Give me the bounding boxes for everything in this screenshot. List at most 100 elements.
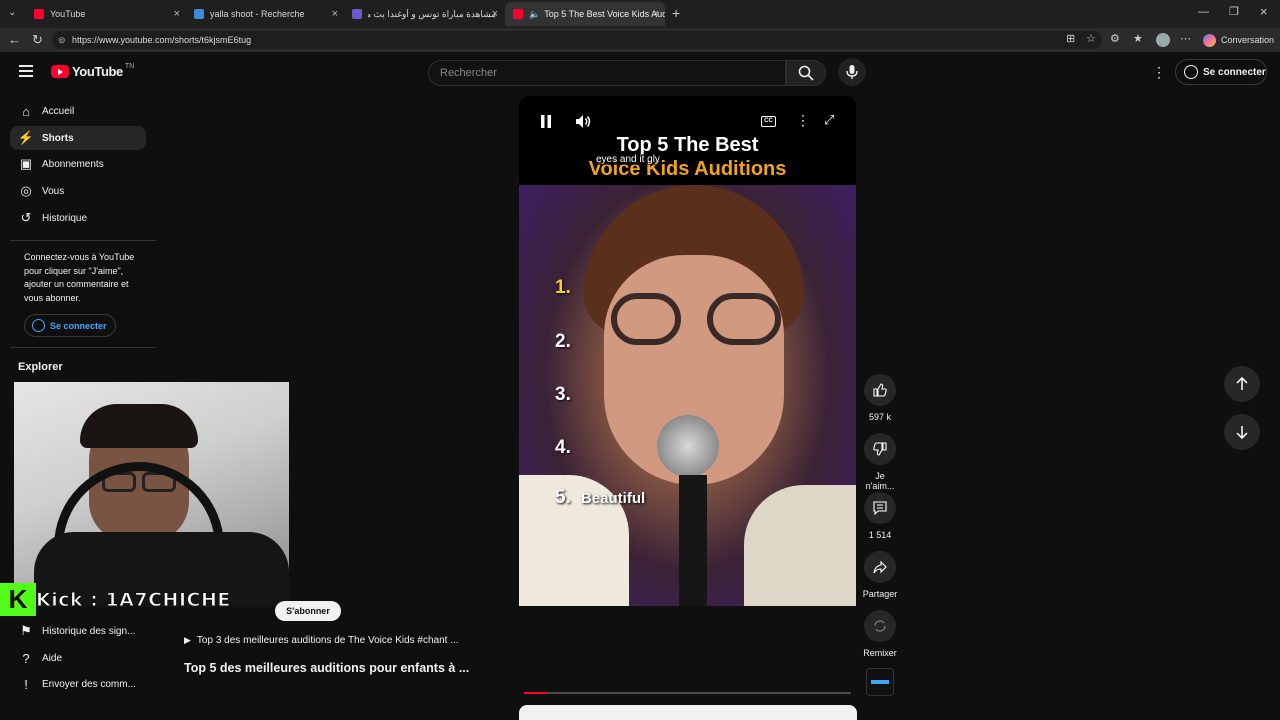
share-label: Partager [862, 589, 898, 599]
minimize-icon[interactable]: — [1198, 6, 1209, 18]
youtube-play-logo-icon [51, 65, 69, 78]
tab-match[interactable]: مشاهدة مباراة تونس و أوغندا بث مب × [344, 2, 504, 26]
back-arrow-icon[interactable]: ← [8, 32, 21, 47]
youtube-logo[interactable]: YouTube TN [51, 63, 135, 79]
tab-youtube[interactable]: YouTube × [26, 2, 186, 26]
progress-fill [524, 692, 547, 694]
pause-button[interactable] [540, 115, 552, 133]
remix-label: Remixer [863, 648, 897, 658]
remix-button[interactable]: Remixer [860, 610, 900, 658]
fullscreen-icon[interactable]: ⤢ [824, 112, 834, 128]
captions-cc-icon[interactable]: CC [761, 116, 776, 127]
arrow-down-icon [1236, 426, 1248, 439]
dislike-label: Je n'aim... [865, 471, 895, 491]
maximize-icon[interactable]: ❐ [1229, 5, 1239, 18]
streamer-hair [80, 404, 198, 448]
shorts-player[interactable]: CC ⋮ ⤢ Top 5 The Best Voice Kids Auditio… [519, 96, 856, 606]
overlay-title-line2: Voice Kids Auditions [588, 158, 787, 180]
region-code: TN [124, 63, 135, 70]
progress-track[interactable] [524, 692, 851, 694]
tab-active-short[interactable]: 🔈 Top 5 The Best Voice Kids Aud × [505, 2, 665, 26]
favorite-star-icon[interactable]: ☆ [1086, 32, 1096, 45]
youtube-favicon-icon [513, 9, 523, 19]
sidebar-item-shorts[interactable]: ⚡ Shorts [10, 126, 146, 150]
previous-short-button[interactable] [1224, 366, 1260, 402]
settings-kebab-icon[interactable]: ⋮ [1152, 64, 1166, 81]
tab-search[interactable]: yalla shoot - Recherche × [186, 2, 344, 26]
sidebar-item-label: Historique [42, 212, 88, 224]
sidebar-item-report-history[interactable]: ⚑ Historique des sign... [10, 619, 146, 643]
play-triangle-icon: ▶ [184, 635, 191, 645]
comments-button[interactable]: 1 514 [860, 492, 900, 540]
voice-search-button[interactable] [838, 58, 866, 86]
subscriptions-icon: ▣ [19, 156, 33, 171]
comment-count: 1 514 [868, 530, 892, 540]
sound-thumbnail[interactable] [866, 668, 894, 696]
history-icon: ↺ [20, 210, 32, 225]
thumbs-up-icon [864, 374, 896, 406]
more-options-icon[interactable]: ⋮ [796, 112, 810, 129]
apps-icon[interactable]: ⊞ [1066, 32, 1075, 45]
search-button[interactable] [786, 60, 826, 86]
next-short-button[interactable] [1224, 414, 1260, 450]
close-icon[interactable]: × [174, 8, 180, 20]
sidebar-item-help[interactable]: ? Aide [10, 646, 146, 670]
comment-icon [864, 492, 896, 524]
close-icon[interactable]: × [492, 8, 498, 20]
extensions-icon[interactable]: ⚙ [1110, 32, 1120, 45]
short-title[interactable]: Top 5 des meilleures auditions pour enfa… [184, 661, 469, 675]
volume-button[interactable] [575, 114, 592, 134]
stream-label-banner: K Kick : 1A7CHICHE [0, 583, 292, 616]
search-input[interactable]: Rechercher [428, 60, 786, 86]
youtube-page: YouTube TN Rechercher ⋮ Se connecter ⌂ A… [0, 52, 1280, 720]
copilot-conversation-button[interactable]: Conversation [1203, 31, 1274, 49]
hamburger-menu-icon[interactable] [19, 65, 33, 77]
sidebar-item-label: Historique des sign... [42, 625, 136, 637]
feedback-icon: ! [24, 676, 28, 692]
webcam-overlay [14, 382, 289, 607]
like-button[interactable]: 597 k [860, 374, 900, 422]
share-button[interactable]: Partager [860, 551, 900, 599]
next-short-preview[interactable] [519, 705, 857, 720]
logo-text: YouTube [72, 64, 123, 79]
close-window-icon[interactable]: × [1260, 4, 1268, 19]
address-bar-row: ← ↻ ⊜ https://www.youtube.com/shorts/t6k… [0, 28, 1280, 52]
close-icon[interactable]: × [332, 8, 338, 20]
sidebar-item-you[interactable]: ◎ Vous [10, 179, 146, 203]
site-info-icon[interactable]: ⊜ [58, 31, 66, 49]
tab-title: مشاهدة مباراة تونس و أوغندا بث مب [368, 8, 496, 19]
flag-icon: ⚑ [20, 623, 32, 638]
favorites-icon[interactable]: ★ [1133, 32, 1143, 45]
conversation-label: Conversation [1221, 35, 1275, 45]
reload-icon[interactable]: ↻ [32, 32, 43, 48]
more-menu-icon[interactable]: ⋯ [1180, 32, 1191, 45]
profile-avatar-icon[interactable] [1156, 33, 1170, 47]
kick-logo-icon: K [0, 583, 36, 616]
sidebar-item-home[interactable]: ⌂ Accueil [10, 99, 146, 123]
rank-label-4: 4. [555, 437, 571, 458]
sidebar-item-label: Envoyer des comm... [42, 678, 136, 690]
microphone-head [657, 415, 719, 477]
sidebar-item-subscriptions[interactable]: ▣ Abonnements [10, 152, 146, 176]
sidebar-item-label: Aide [42, 652, 63, 664]
sidebar-signin-button[interactable]: Se connecter [24, 314, 116, 337]
subscribe-button[interactable]: S'abonner [275, 601, 341, 621]
new-tab-icon[interactable]: + [672, 5, 680, 21]
speaker-icon[interactable]: 🔈 [529, 9, 540, 20]
playlist-label: Top 3 des meilleures auditions de The Vo… [196, 635, 459, 646]
playlist-link[interactable]: ▶ Top 3 des meilleures auditions de The … [184, 635, 459, 646]
streamer-handle: Kick : 1A7CHICHE [36, 588, 231, 611]
like-count: 597 k [868, 412, 892, 422]
url-field[interactable]: ⊜ https://www.youtube.com/shorts/t6kjsmE… [52, 31, 1102, 49]
explore-heading: Explorer [18, 361, 63, 373]
header-signin-button[interactable]: Se connecter [1175, 59, 1267, 85]
dislike-button[interactable]: Je n'aim... [860, 433, 900, 491]
sidebar-item-label: Vous [42, 185, 65, 197]
user-circle-icon: ◎ [20, 183, 32, 198]
sidebar-item-history[interactable]: ↺ Historique [10, 206, 146, 230]
sidebar-item-feedback[interactable]: ! Envoyer des comm... [10, 672, 146, 696]
tab-list-chevron-icon[interactable]: ⌄ [8, 7, 16, 18]
tab-title: yalla shoot - Recherche [210, 9, 305, 19]
help-icon: ? [22, 650, 30, 666]
close-icon[interactable]: × [653, 8, 659, 20]
